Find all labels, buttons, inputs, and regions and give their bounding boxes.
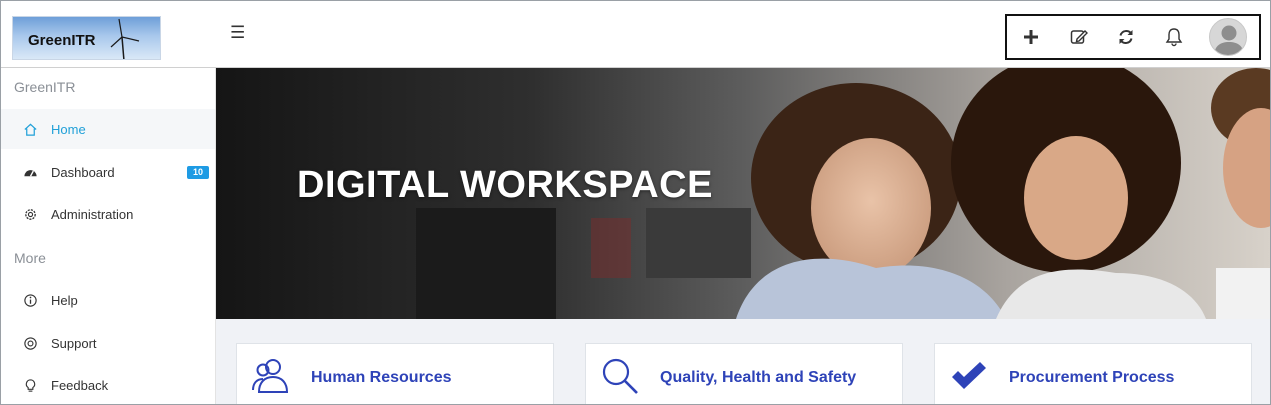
sidebar-item-administration[interactable]: Administration: [1, 194, 215, 234]
sidebar-item-label: Dashboard: [51, 164, 115, 180]
checkmark-icon: [949, 356, 989, 396]
card-human-resources[interactable]: Human Resources: [236, 343, 554, 404]
card-title: Procurement Process: [1009, 369, 1175, 386]
sidebar-section-main: GreenITR: [14, 79, 76, 95]
refresh-icon: [1119, 30, 1133, 44]
sidebar-item-label: Administration: [51, 206, 134, 222]
bell-icon: [1165, 28, 1183, 47]
hero-title: DIGITAL WORKSPACE: [297, 164, 713, 206]
sidebar-item-home[interactable]: Home: [1, 109, 215, 149]
sidebar-item-dashboard[interactable]: Dashboard 10: [1, 152, 215, 192]
search-icon: [600, 356, 640, 396]
hamburger-menu-button[interactable]: ☰: [230, 23, 248, 43]
refresh-button[interactable]: [1113, 24, 1139, 50]
lightbulb-icon: [22, 377, 38, 393]
lifebuoy-icon: [22, 335, 38, 351]
notifications-button[interactable]: [1161, 24, 1187, 50]
top-header: GreenITR ☰: [1, 1, 1270, 68]
wind-turbine-icon: [110, 18, 140, 59]
sidebar-item-help[interactable]: Help: [1, 280, 215, 320]
card-procurement-process[interactable]: Procurement Process: [934, 343, 1252, 404]
user-silhouette-icon: [1214, 25, 1244, 55]
sidebar-section-more: More: [14, 250, 46, 266]
count-badge: 10: [187, 165, 209, 179]
sidebar-item-support[interactable]: Support: [1, 323, 215, 363]
sidebar-item-label: Help: [51, 292, 78, 308]
dashboard-gauge-icon: [22, 164, 38, 180]
gear-icon: [22, 206, 38, 222]
add-button[interactable]: [1018, 24, 1044, 50]
edit-note-icon: [1070, 30, 1088, 44]
home-icon: [22, 121, 38, 137]
sidebar-item-label: Feedback: [51, 377, 109, 393]
card-title: Quality, Health and Safety: [660, 369, 857, 386]
app-window: GreenITR ☰ GreenITR Home Dashboard 10 Ad…: [0, 0, 1271, 405]
card-title: Human Resources: [311, 369, 452, 386]
plus-icon: [1024, 30, 1038, 44]
sidebar-item-label: Home: [51, 121, 86, 137]
user-avatar[interactable]: [1209, 18, 1247, 56]
content-area: Human Resources Quality, Health and Safe…: [216, 319, 1270, 404]
users-icon: [251, 356, 291, 396]
hero-banner: DIGITAL WORKSPACE: [216, 68, 1270, 319]
logo-text: GreenITR: [28, 32, 96, 49]
hamburger-icon: ☰: [230, 23, 246, 42]
edit-button[interactable]: [1066, 24, 1092, 50]
sidebar-item-label: Support: [51, 335, 97, 351]
sidebar: GreenITR Home Dashboard 10 Administratio…: [1, 68, 216, 404]
brand-logo[interactable]: GreenITR: [12, 16, 161, 60]
header-toolbar: [1005, 14, 1261, 60]
info-icon: [22, 292, 38, 308]
sidebar-item-feedback[interactable]: Feedback: [1, 365, 215, 404]
card-quality-health-safety[interactable]: Quality, Health and Safety: [585, 343, 903, 404]
